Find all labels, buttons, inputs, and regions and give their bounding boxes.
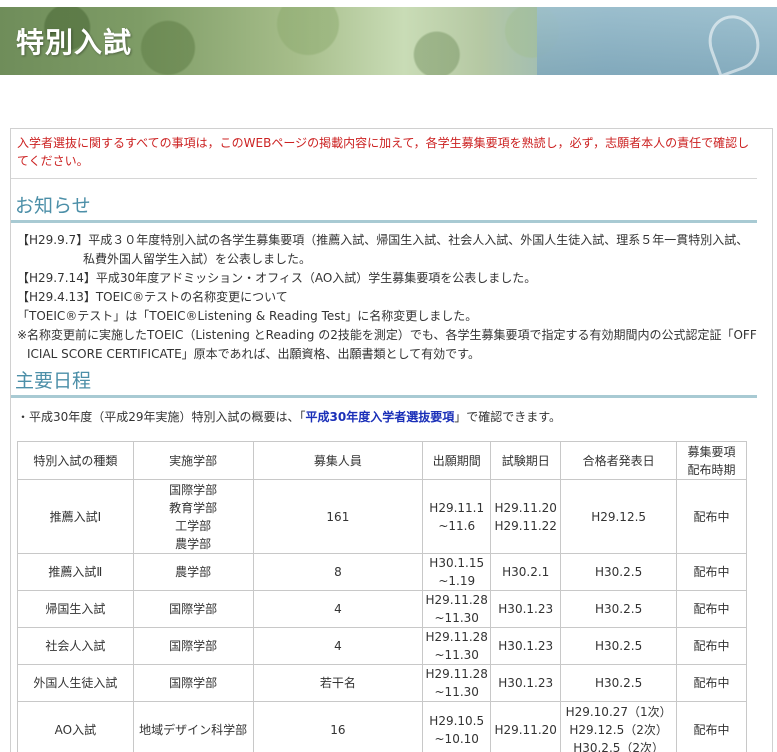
- schedule-table: 特別入試の種類 実施学部 募集人員 出願期間 試験期日 合格者発表日 募集要項 …: [17, 441, 747, 752]
- header-capacity: 募集人員: [252, 441, 424, 480]
- cell-capacity: 4: [252, 627, 424, 665]
- cell-capacity: 161: [252, 479, 424, 554]
- news-item: ICIAL SCORE CERTIFICATE」原本であれば、出願資格、出願書類…: [27, 347, 480, 361]
- cell-type: 推薦入試Ⅰ: [17, 479, 134, 554]
- cell-distribution: 配布中: [676, 627, 747, 665]
- cell-faculty: 国際学部: [132, 664, 254, 702]
- cell-period: H29.11.1 ~11.6: [422, 479, 492, 554]
- cell-type: 推薦入試Ⅱ: [17, 553, 134, 591]
- important-notice: 入学者選抜に関するすべての事項は，このWEBページの掲載内容に加えて，各学生募集…: [11, 129, 757, 179]
- header-type: 特別入試の種類: [17, 441, 134, 480]
- lead-suffix: 」で確認できます。: [454, 410, 562, 424]
- news-list: 【H29.9.7】平成３０年度特別入試の各学生募集要項（推薦入試、帰国生入試、社…: [11, 223, 772, 364]
- table-row: 推薦入試Ⅱ 農学部 8 H30.1.15 ~1.19 H30.2.1 H30.2.5 配布中: [17, 553, 747, 591]
- cell-exam: H29.11.20 H29.11.22: [490, 479, 562, 554]
- cell-distribution: 配布中: [676, 479, 747, 554]
- header-faculty: 実施学部: [132, 441, 254, 480]
- cell-period: H29.11.28 ~11.30: [422, 627, 492, 665]
- news-item: 私費外国人留学生入試）を公表しました。: [83, 252, 312, 266]
- cell-exam: H29.11.20: [490, 701, 562, 752]
- schedule-lead: ・平成30年度（平成29年実施）特別入試の概要は、「平成30年度入学者選抜要項」…: [11, 398, 772, 426]
- cell-faculty: 国際学部: [132, 627, 254, 665]
- selection-guide-link[interactable]: 平成30年度入学者選抜要項: [306, 410, 455, 424]
- table-row: 外国人生徒入試 国際学部 若干名 H29.11.28 ~11.30 H30.1.23 H3…: [17, 664, 747, 702]
- table-row: 社会人入試 国際学部 4 H29.11.28 ~11.30 H30.1.23 H30.2.…: [17, 627, 747, 665]
- news-item: 【H29.9.7】平成３０年度特別入試の各学生募集要項（推薦入試、帰国生入試、社…: [17, 233, 749, 247]
- table-row: 推薦入試Ⅰ 国際学部 教育学部 工学部 農学部 161 H29.11.1 ~11.6 H…: [17, 479, 747, 554]
- cell-announce: H30.2.5: [560, 664, 678, 702]
- cell-type: 帰国生入試: [17, 590, 134, 628]
- header-announce: 合格者発表日: [560, 441, 678, 480]
- cell-announce: H30.2.5: [560, 590, 678, 628]
- cell-capacity: 16: [252, 701, 424, 752]
- lead-prefix: ・平成30年度（平成29年実施）特別入試の概要は、「: [17, 410, 306, 424]
- cell-type: 外国人生徒入試: [17, 664, 134, 702]
- cell-announce: H30.2.5: [560, 553, 678, 591]
- cell-faculty: 国際学部 教育学部 工学部 農学部: [132, 479, 254, 554]
- news-item: 「TOEIC®テスト」は「TOEIC®Listening & Reading T…: [17, 309, 478, 323]
- cell-capacity: 4: [252, 590, 424, 628]
- cell-capacity: 若干名: [252, 664, 424, 702]
- table-row: AO入試 地域デザイン科学部 16 H29.10.5 ~10.10 H29.11.20 H…: [17, 701, 747, 752]
- header-exam: 試験期日: [490, 441, 562, 480]
- cell-faculty: 農学部: [132, 553, 254, 591]
- cell-period: H29.11.28 ~11.30: [422, 664, 492, 702]
- news-item: ※名称変更前に実施したTOEIC（Listening とReading の2技能…: [17, 328, 757, 342]
- schedule-heading: 主要日程: [11, 366, 757, 398]
- cell-announce: H30.2.5: [560, 627, 678, 665]
- header-period: 出願期間: [422, 441, 492, 480]
- cell-type: AO入試: [17, 701, 134, 752]
- cell-exam: H30.1.23: [490, 627, 562, 665]
- cell-type: 社会人入試: [17, 627, 134, 665]
- news-heading: お知らせ: [11, 191, 757, 223]
- cell-announce: H29.10.27（1次） H29.12.5（2次） H30.2.5（2次）: [560, 701, 678, 752]
- main-content: 入学者選抜に関するすべての事項は，このWEBページの掲載内容に加えて，各学生募集…: [10, 128, 773, 752]
- cell-exam: H30.1.23: [490, 590, 562, 628]
- news-item: 【H29.4.13】TOEIC®テストの名称変更について: [17, 290, 288, 304]
- page-banner: 特別入試: [0, 7, 777, 75]
- table-header-row: 特別入試の種類 実施学部 募集人員 出願期間 試験期日 合格者発表日 募集要項 …: [17, 441, 747, 480]
- cell-capacity: 8: [252, 553, 424, 591]
- cell-distribution: 配布中: [676, 701, 747, 752]
- page-title: 特別入試: [16, 26, 133, 59]
- cell-announce: H29.12.5: [560, 479, 678, 554]
- table-row: 帰国生入試 国際学部 4 H29.11.28 ~11.30 H30.1.23 H30.2.…: [17, 590, 747, 628]
- cell-distribution: 配布中: [676, 590, 747, 628]
- news-item: 【H29.7.14】平成30年度アドミッション・オフィス（AO入試）学生募集要項…: [17, 271, 537, 285]
- cell-exam: H30.1.23: [490, 664, 562, 702]
- cell-period: H29.11.28 ~11.30: [422, 590, 492, 628]
- cell-faculty: 国際学部: [132, 590, 254, 628]
- cell-period: H29.10.5 ~10.10: [422, 701, 492, 752]
- cell-exam: H30.2.1: [490, 553, 562, 591]
- cell-period: H30.1.15 ~1.19: [422, 553, 492, 591]
- cell-distribution: 配布中: [676, 553, 747, 591]
- header-distribution: 募集要項 配布時期: [676, 441, 747, 480]
- cell-distribution: 配布中: [676, 664, 747, 702]
- cell-faculty: 地域デザイン科学部: [132, 701, 254, 752]
